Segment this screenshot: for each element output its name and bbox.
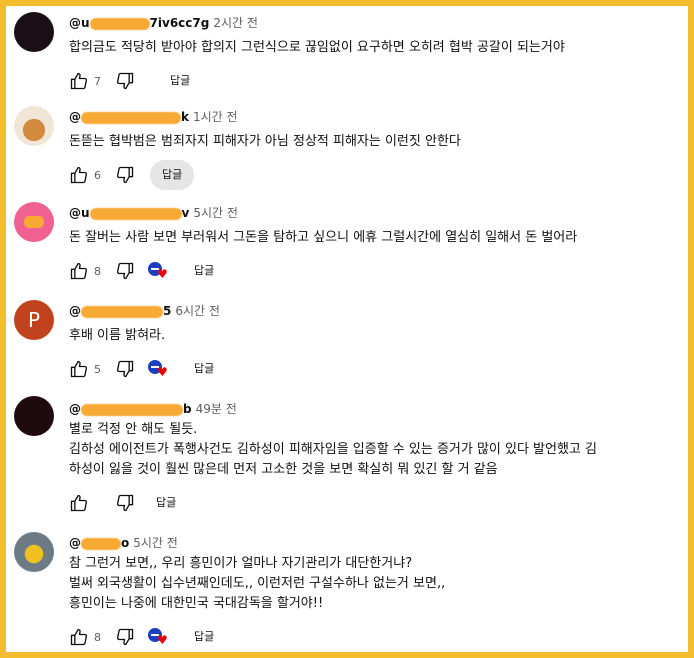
reply-button[interactable]: 답글	[144, 488, 188, 518]
avatar[interactable]: P	[14, 300, 54, 340]
like-button[interactable]	[66, 68, 92, 94]
like-button[interactable]	[66, 624, 92, 650]
creator-heart-icon: ♥	[146, 259, 170, 283]
comment-text: 후배 이름 밝혀라.	[69, 328, 166, 343]
thumbs-up-icon	[70, 494, 88, 512]
comment-text: 돈 잘버는 사람 보면 부러워서 그돈을 탐하고 싶으니 에휴 그럴시간에 열심…	[69, 230, 578, 245]
dislike-button[interactable]	[112, 68, 138, 94]
thumbs-down-icon	[116, 628, 134, 646]
comment-header: @x5 6시간 전	[69, 302, 220, 319]
comment-header: @ux7iv6cc7g 2시간 전	[69, 14, 258, 31]
comment-text: 별로 걱정 안 해도 될듯. 김하성 에이전트가 폭행사건도 김하성이 피해자임…	[69, 422, 597, 477]
timestamp[interactable]: 1시간 전	[193, 110, 238, 124]
like-count: 5	[94, 362, 101, 376]
dislike-button[interactable]	[112, 624, 138, 650]
like-count: 7	[94, 74, 101, 88]
reply-button[interactable]: 답글	[158, 66, 202, 96]
timestamp[interactable]: 49분 전	[196, 402, 237, 416]
comment-actions: 6 답글	[66, 160, 195, 190]
thumbs-down-icon	[116, 72, 134, 90]
creator-heart-icon: ♥	[146, 625, 170, 649]
timestamp[interactable]: 5시간 전	[133, 536, 178, 550]
comment-actions: 7 답글	[66, 66, 202, 96]
author-handle[interactable]: @xb	[69, 402, 192, 416]
comment-header: @uxv 5시간 전	[69, 204, 238, 221]
dislike-button[interactable]	[112, 258, 138, 284]
comments-panel: @ux7iv6cc7g 2시간 전 합의금도 적당히 받아야 합의지 그런식으로 …	[6, 6, 688, 652]
timestamp[interactable]: 2시간 전	[213, 16, 258, 30]
reply-button[interactable]: 답글	[182, 622, 226, 652]
thumbs-down-icon	[116, 262, 134, 280]
comment-actions: 5 ♥ 답글	[66, 354, 226, 384]
avatar[interactable]	[14, 532, 54, 572]
comment-text: 합의금도 적당히 받아야 합의지 그런식으로 끊임없이 요구하면 오히려 협박 …	[69, 40, 565, 55]
like-button[interactable]	[66, 356, 92, 382]
avatar[interactable]	[14, 12, 54, 52]
dislike-button[interactable]	[112, 490, 138, 516]
reply-button[interactable]: 답글	[182, 256, 226, 286]
thumbs-up-icon	[70, 72, 88, 90]
avatar[interactable]	[14, 106, 54, 146]
comment-header: @xo 5시간 전	[69, 534, 178, 551]
like-count: 8	[94, 264, 101, 278]
thumbs-down-icon	[116, 494, 134, 512]
comment-header: @xk 1시간 전	[69, 108, 238, 125]
comment-text: 돈뜯는 협박범은 범죄자지 피해자가 아님 정상적 피해자는 이런짓 안한다	[69, 134, 461, 149]
thumbs-down-icon	[116, 166, 134, 184]
like-count: 8	[94, 630, 101, 644]
creator-heart-icon: ♥	[146, 357, 170, 381]
comment-actions: 8 ♥ 답글	[66, 256, 226, 286]
like-button[interactable]	[66, 258, 92, 284]
comment-header: @xb 49분 전	[69, 400, 237, 417]
thumbs-down-icon	[116, 360, 134, 378]
author-handle[interactable]: @ux7iv6cc7g	[69, 16, 209, 30]
comment-actions: 답글	[66, 488, 188, 518]
author-handle[interactable]: @xk	[69, 110, 189, 124]
like-button[interactable]	[66, 162, 92, 188]
avatar[interactable]	[14, 396, 54, 436]
thumbs-up-icon	[70, 628, 88, 646]
thumbs-up-icon	[70, 262, 88, 280]
comment-actions: 8 ♥ 답글	[66, 622, 226, 652]
dislike-button[interactable]	[112, 356, 138, 382]
author-handle[interactable]: @uxv	[69, 206, 189, 220]
dislike-button[interactable]	[112, 162, 138, 188]
like-count: 6	[94, 168, 101, 182]
thumbs-up-icon	[70, 166, 88, 184]
author-handle[interactable]: @x5	[69, 304, 171, 318]
comment-text: 참 그런거 보면,, 우리 흥민이가 얼마나 자기관리가 대단한거냐? 벌써 외…	[69, 556, 446, 611]
author-handle[interactable]: @xo	[69, 536, 129, 550]
avatar[interactable]	[14, 202, 54, 242]
like-button[interactable]	[66, 490, 92, 516]
thumbs-up-icon	[70, 360, 88, 378]
reply-button[interactable]: 답글	[150, 160, 195, 190]
timestamp[interactable]: 6시간 전	[175, 304, 220, 318]
reply-button[interactable]: 답글	[182, 354, 226, 384]
timestamp[interactable]: 5시간 전	[193, 206, 238, 220]
